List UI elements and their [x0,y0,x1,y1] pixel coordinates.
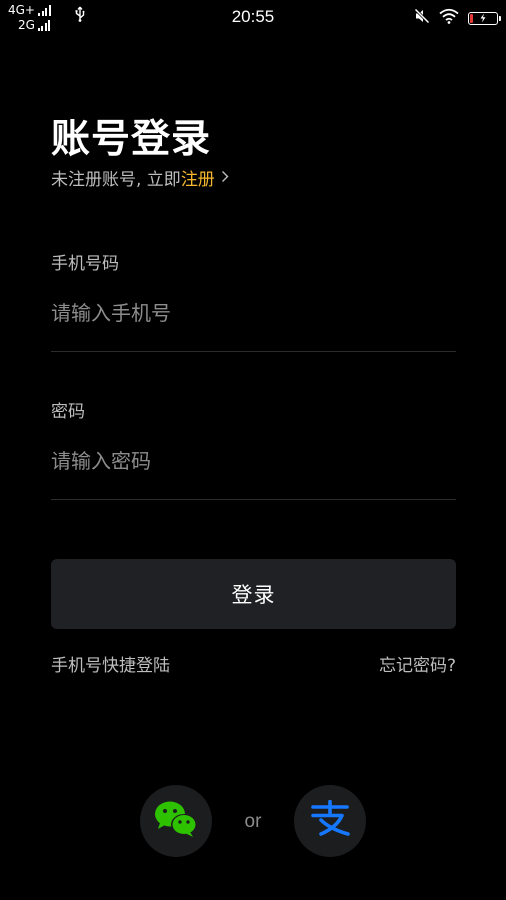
forgot-password-link[interactable]: 忘记密码? [379,651,456,676]
phone-input[interactable] [51,295,456,331]
quick-login-link[interactable]: 手机号快捷登陆 [51,651,170,676]
or-separator: or [244,811,262,832]
password-divider [51,499,456,500]
register-prompt-text: 未注册账号, 立即 [51,170,181,190]
phone-divider [51,351,456,352]
battery-level [470,13,473,23]
chevron-right-icon[interactable] [221,168,229,188]
phone-label: 手机号码 [51,254,119,274]
page-title: 账号登录 [51,117,212,162]
register-link[interactable]: 注册 [181,165,215,190]
password-input[interactable] [51,443,456,479]
alipay-login-button[interactable] [294,785,366,857]
register-prompt: 未注册账号, 立即 注册 [51,165,229,190]
battery-icon [468,11,501,25]
alipay-icon [308,799,352,842]
login-button[interactable]: 登录 [51,559,456,629]
password-label: 密码 [51,402,85,422]
status-bar: 4G+ 2G 20:55 [0,0,506,36]
wifi-icon [439,8,459,28]
status-icons [414,8,501,28]
mute-icon [414,8,430,28]
